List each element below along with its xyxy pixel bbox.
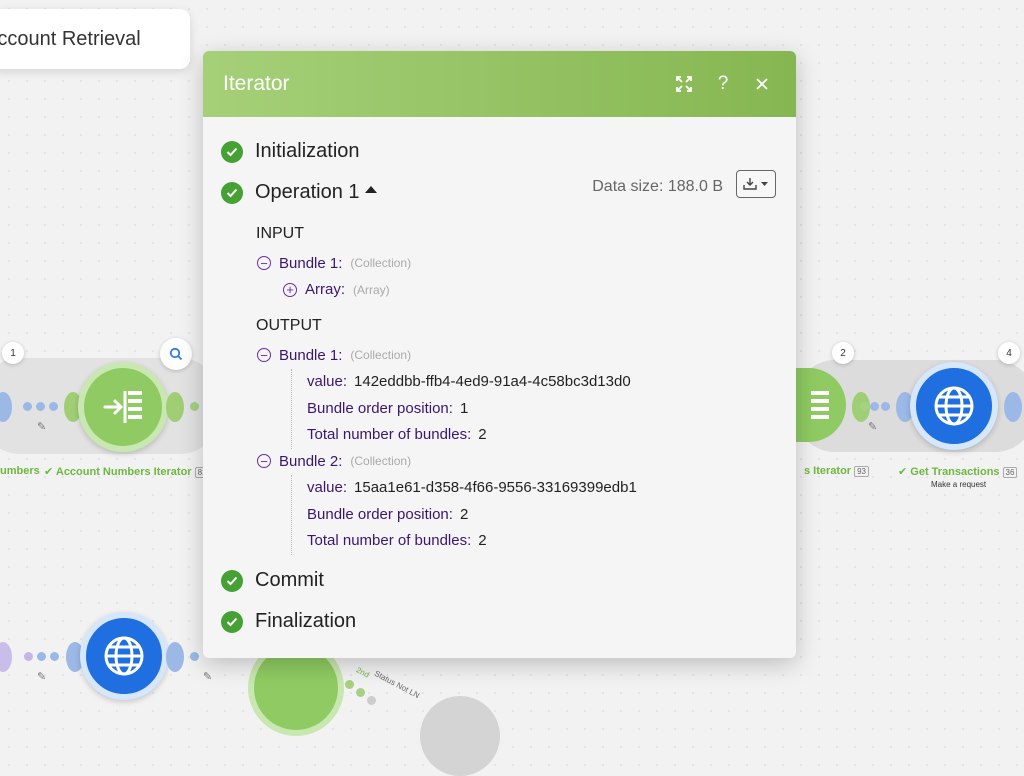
stage-label: Operation 1 [255, 181, 360, 203]
scenario-title: Account Retrieval [0, 27, 141, 50]
input-section-title: INPUT [256, 225, 304, 242]
module-badge-1: 1 [2, 342, 24, 364]
module-label-right-iterator: s Iterator 93 [804, 465, 869, 477]
module-label-fragment: umbers [0, 465, 40, 477]
expand-button[interactable] [669, 69, 699, 99]
route-dot [367, 696, 376, 705]
route-dot [23, 402, 32, 411]
data-size: Data size: 188.0 B [592, 178, 723, 195]
scenario-title-card[interactable]: Account Retrieval [0, 9, 190, 69]
close-button[interactable] [747, 69, 777, 99]
route-dot [49, 402, 58, 411]
globe-icon [104, 636, 144, 676]
route-dot [881, 402, 890, 411]
modal-header: Iterator ? [203, 51, 796, 117]
filter-label[interactable]: Status Not LN [373, 669, 421, 700]
collapse-icon[interactable]: − [257, 256, 271, 271]
iterator-icon [103, 391, 142, 423]
output-bundle-row[interactable]: − Bundle 2: (Collection) [257, 448, 796, 475]
route-dot [870, 402, 879, 411]
download-icon [743, 178, 768, 190]
route-dot [36, 402, 45, 411]
status-check-icon: ✔ [44, 466, 54, 478]
modal-body: Data size: 188.0 B Initialization Operat… [203, 117, 796, 642]
field-row: value: 142eddbb-ffb4-4ed9-91a4-4c58bc3d1… [307, 373, 631, 391]
route-dot [345, 680, 354, 689]
route-dot [24, 652, 33, 661]
check-icon [221, 569, 243, 592]
field-row: Bundle order position: 1 [307, 399, 469, 417]
input-tree: − Bundle 1: (Collection) + Array: (Array… [257, 250, 796, 303]
tree-line [291, 368, 292, 449]
search-bubble[interactable] [160, 338, 192, 370]
tree-line [291, 474, 292, 555]
http-module[interactable] [910, 362, 998, 450]
input-array-row[interactable]: + Array: (Array) [283, 277, 796, 304]
check-icon [221, 181, 243, 204]
stage-label: Initialization [255, 140, 360, 162]
status-check-icon: ✔ [898, 466, 908, 478]
field-row: Total number of bundles: 2 [307, 426, 487, 444]
wrench-icon[interactable]: ✎ [37, 420, 46, 433]
output-bundle-row[interactable]: − Bundle 1: (Collection) [257, 342, 796, 369]
route-dot [860, 402, 869, 411]
connector-iterator-out [166, 392, 184, 422]
filter-order-label: 2nd [354, 665, 371, 680]
stage-initialization[interactable]: Initialization [221, 131, 796, 172]
connector-http2-out [166, 642, 184, 672]
stage-label: Finalization [255, 610, 357, 632]
connector-http-out [1004, 392, 1022, 422]
field-row: Total number of bundles: 2 [307, 532, 487, 550]
route-dot [190, 652, 199, 661]
route-dot [50, 652, 59, 661]
help-button[interactable]: ? [708, 69, 738, 99]
http-module-bottom[interactable] [80, 612, 168, 700]
modal-title: Iterator [223, 72, 290, 95]
expand-icon[interactable]: + [283, 282, 297, 297]
check-icon [221, 610, 243, 633]
search-icon [169, 347, 183, 361]
module-badge-4: 4 [998, 342, 1020, 364]
iterator-icon [811, 391, 829, 419]
stage-finalization[interactable]: Finalization [221, 601, 796, 642]
stage-commit[interactable]: Commit [221, 560, 796, 601]
module-label-iterator: ✔ Account Numbers Iterator81 [44, 465, 210, 478]
help-icon: ? [717, 73, 729, 94]
output-section-title: OUTPUT [256, 317, 322, 334]
close-icon [756, 78, 768, 90]
wrench-icon[interactable]: ✎ [203, 670, 212, 683]
connector-bottom-edge [0, 642, 12, 672]
module-placeholder[interactable] [420, 696, 500, 776]
route-dot [37, 652, 46, 661]
output-tree: − Bundle 1: (Collection) value: 142eddbb… [257, 342, 796, 555]
collapse-icon[interactable]: − [257, 454, 271, 469]
stage-label: Commit [255, 569, 324, 591]
wrench-icon[interactable]: ✎ [868, 420, 877, 433]
module-label-get-transactions: ✔ Get Transactions 36 [898, 465, 1018, 478]
iterator-modal: Iterator ? Data size: 188.0 B Initializa… [203, 51, 796, 658]
check-icon [221, 140, 243, 163]
collapse-icon[interactable]: − [257, 348, 271, 363]
collapse-caret-icon[interactable] [364, 186, 377, 193]
field-row: Bundle order position: 2 [307, 505, 469, 523]
route-dot [356, 688, 365, 697]
field-row: value: 15aa1e61-d358-4f66-9556-33169399e… [307, 479, 637, 497]
input-bundle-row[interactable]: − Bundle 1: (Collection) [257, 250, 796, 277]
module-sub-label: Make a request [931, 480, 987, 489]
bundle-fields: value: 142eddbb-ffb4-4ed9-91a4-4c58bc3d1… [291, 368, 796, 449]
bundle-fields: value: 15aa1e61-d358-4f66-9556-33169399e… [291, 474, 796, 555]
download-button[interactable] [736, 170, 776, 198]
globe-icon [934, 386, 974, 426]
wrench-icon[interactable]: ✎ [37, 670, 46, 683]
iterator-module[interactable] [78, 362, 168, 452]
expand-icon [676, 76, 692, 92]
route-dot [190, 402, 199, 411]
module-badge-2: 2 [832, 342, 854, 364]
